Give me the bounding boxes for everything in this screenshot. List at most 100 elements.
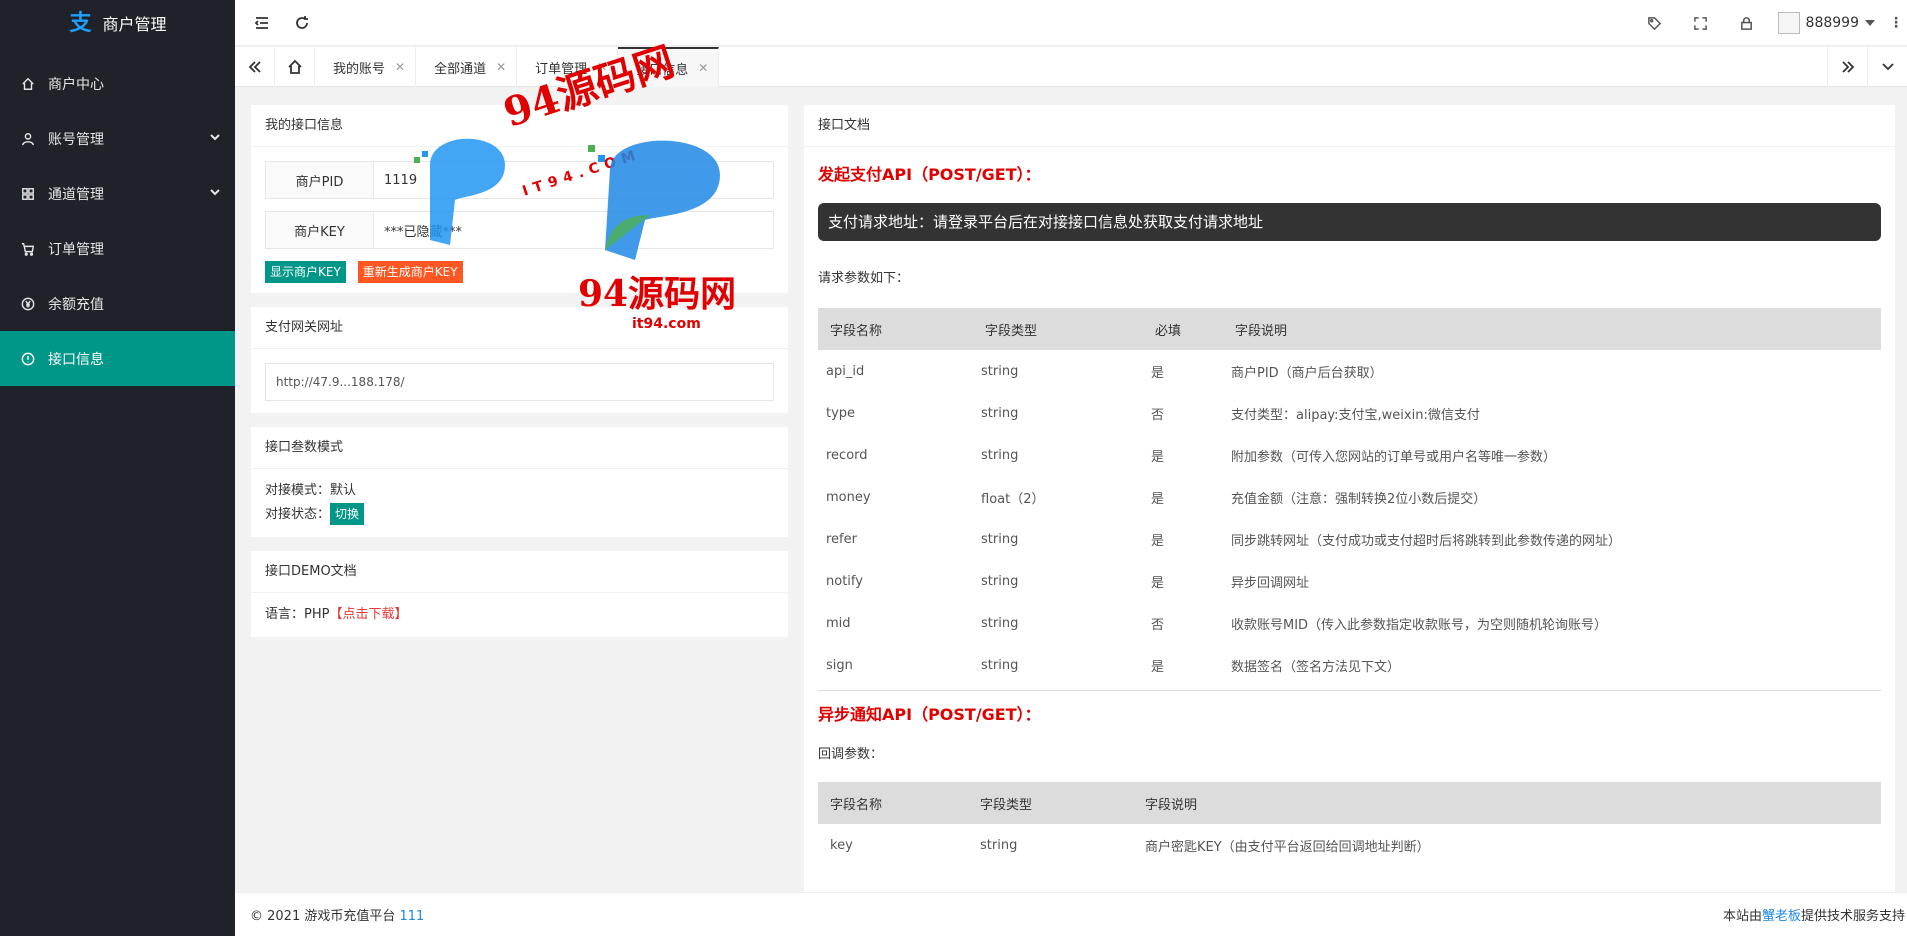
gateway-url-field[interactable]: http://47.9...188.178/ — [265, 363, 774, 401]
tab-all-channels[interactable]: 全部通道 ✕ — [416, 47, 518, 87]
key-label: 商户KEY — [266, 212, 374, 248]
status-line: 对接状态： 切换 — [265, 503, 774, 527]
cell: sign — [826, 657, 853, 673]
app-title: 商户管理 — [102, 15, 167, 34]
regenerate-key-button[interactable]: 重新生成商户KEY — [357, 261, 463, 283]
cell: refer — [826, 531, 857, 547]
cell: 是 — [1151, 575, 1165, 591]
tab-label: 订单管理 — [535, 61, 588, 77]
cell: api_id — [826, 363, 865, 379]
mode-card: 接口叁数模式 对接模式：默认 对接状态： 切换 — [251, 427, 788, 537]
sidebar-item-channel[interactable]: 通道管理 — [0, 166, 235, 221]
sidebar-item-label: 接口信息 — [48, 351, 104, 368]
table-row: api_id string 是 商户PID（商户后台获取） — [818, 350, 1881, 392]
gateway-card: 支付网关网址 http://47.9...188.178/ — [251, 307, 788, 413]
cell: 是 — [1151, 491, 1165, 507]
table-row: money float（2） 是 充值金额（注意：强制转换2位小数后提交） — [818, 476, 1881, 518]
cell: 是 — [1151, 449, 1165, 465]
close-icon[interactable]: ✕ — [597, 60, 607, 74]
cell: record — [826, 447, 868, 463]
refresh-icon[interactable] — [291, 12, 313, 34]
cell: string — [981, 531, 1019, 547]
logo-icon: 支 — [69, 10, 92, 36]
cell: string — [981, 447, 1019, 463]
fullscreen-icon[interactable] — [1678, 0, 1724, 46]
column-header: 字段名称 — [818, 782, 968, 824]
cell: 附加参数（可传入您网站的订单号或用户名等唯一参数） — [1231, 449, 1557, 465]
sidebar-item-merchant-center[interactable]: 商户中心 — [0, 56, 235, 111]
chevron-down-icon — [209, 186, 221, 202]
cell: 否 — [1151, 407, 1165, 423]
support-link[interactable]: 蟹老板 — [1762, 909, 1801, 924]
key-field: 商户KEY ***已隐藏*** — [265, 211, 774, 249]
sidebar-item-account[interactable]: 账号管理 — [0, 111, 235, 166]
column-header: 字段类型 — [973, 308, 1143, 350]
pid-value[interactable]: 1119 — [374, 162, 773, 198]
demo-line: 语言：PHP【点击下载】 — [265, 603, 774, 627]
lang-label: 语言：PHP — [265, 607, 330, 622]
tab-label: 全部通道 — [434, 61, 487, 77]
close-icon[interactable]: ✕ — [395, 60, 405, 74]
footer: © 2021 游戏币充值平台 111 本站由蟹老板提供技术服务支持 — [235, 892, 1907, 936]
cell: notify — [826, 573, 863, 589]
copyright-text: © 2021 游戏币充值平台 — [250, 909, 396, 924]
tab-label: 接口信息 — [636, 62, 689, 78]
cell: 商户PID（商户后台获取） — [1231, 365, 1383, 381]
home-tab-icon[interactable] — [275, 47, 315, 87]
user-menu[interactable]: 888999 — [1770, 12, 1885, 34]
sidebar: 支 商户管理 商户中心 账号管理 通道管理 订单管理 余额充值 接口信息 — [0, 0, 235, 936]
close-icon[interactable]: ✕ — [496, 60, 506, 74]
collapse-menu-icon[interactable] — [251, 12, 273, 34]
logo[interactable]: 支 商户管理 — [0, 0, 235, 46]
user-icon — [20, 131, 36, 147]
cell: string — [981, 657, 1019, 673]
card-title: 支付网关网址 — [251, 307, 788, 349]
show-key-button[interactable]: 显示商户KEY — [265, 261, 346, 283]
tab-bar: 我的账号 ✕ 全部通道 ✕ 订单管理 ✕ 接口信息 ✕ — [235, 47, 1907, 87]
pid-field: 商户PID 1119 — [265, 161, 774, 199]
cell: string — [981, 363, 1019, 379]
mode-line: 对接模式：默认 — [265, 483, 357, 498]
cell: float（2） — [981, 491, 1045, 507]
download-link[interactable]: 【点击下载】 — [329, 607, 407, 622]
key-value[interactable]: ***已隐藏*** — [374, 212, 773, 248]
cell: 充值金额（注意：强制转换2位小数后提交） — [1231, 491, 1487, 507]
sidebar-item-api-info[interactable]: 接口信息 — [0, 331, 235, 386]
column-header: 字段说明 — [1223, 308, 1881, 350]
more-vertical-icon[interactable]: ⋮ — [1885, 0, 1907, 46]
table-row: mid string 否 收款账号MID（传入此参数指定收款账号，为空则随机轮询账号） — [818, 602, 1881, 644]
tab-my-account[interactable]: 我的账号 ✕ — [315, 47, 417, 87]
cell: money — [826, 489, 871, 505]
tab-api-info[interactable]: 接口信息 ✕ — [618, 47, 720, 87]
sidebar-item-label: 账号管理 — [48, 131, 104, 148]
cell: 否 — [1151, 617, 1165, 633]
tab-options-chevron-icon[interactable] — [1867, 47, 1907, 87]
cell: 同步跳转网址（支付成功或支付超时后将跳转到此参数传递的网址） — [1231, 533, 1622, 549]
lock-icon[interactable] — [1724, 0, 1770, 46]
table-row: notify string 是 异步回调网址 — [818, 560, 1881, 602]
cell: 收款账号MID（传入此参数指定收款账号，为空则随机轮询账号） — [1231, 617, 1608, 633]
tab-orders[interactable]: 订单管理 ✕ — [517, 47, 619, 87]
info-icon — [20, 351, 36, 367]
card-title: 接口DEMO文档 — [251, 551, 788, 593]
cell: 商户密匙KEY（由支付平台返回给回调地址判断） — [1145, 839, 1430, 855]
cell: type — [826, 405, 856, 421]
switch-button[interactable]: 切换 — [330, 503, 365, 525]
tag-icon[interactable] — [1632, 0, 1678, 46]
cell: 是 — [1151, 365, 1165, 381]
cell: 支付类型：alipay:支付宝,weixin:微信支付 — [1231, 407, 1480, 423]
cell: 数据签名（签名方法见下文） — [1231, 659, 1401, 675]
demo-card: 接口DEMO文档 语言：PHP【点击下载】 — [251, 551, 788, 637]
table-row: record string 是 附加参数（可传入您网站的订单号或用户名等唯一参数） — [818, 434, 1881, 476]
close-icon[interactable]: ✕ — [698, 61, 708, 75]
req-params-label: 请求参数如下： — [818, 271, 910, 286]
copyright-link[interactable]: 111 — [400, 909, 425, 924]
support-prefix: 本站由 — [1722, 909, 1762, 924]
scroll-tabs-left-icon[interactable] — [235, 47, 275, 87]
column-header: 字段名称 — [818, 308, 973, 350]
scroll-tabs-right-icon[interactable] — [1827, 47, 1867, 87]
sidebar-item-recharge[interactable]: 余额充值 — [0, 276, 235, 331]
divider — [818, 690, 1881, 691]
sidebar-item-orders[interactable]: 订单管理 — [0, 221, 235, 276]
copyright: © 2021 游戏币充值平台 111 — [250, 905, 424, 924]
